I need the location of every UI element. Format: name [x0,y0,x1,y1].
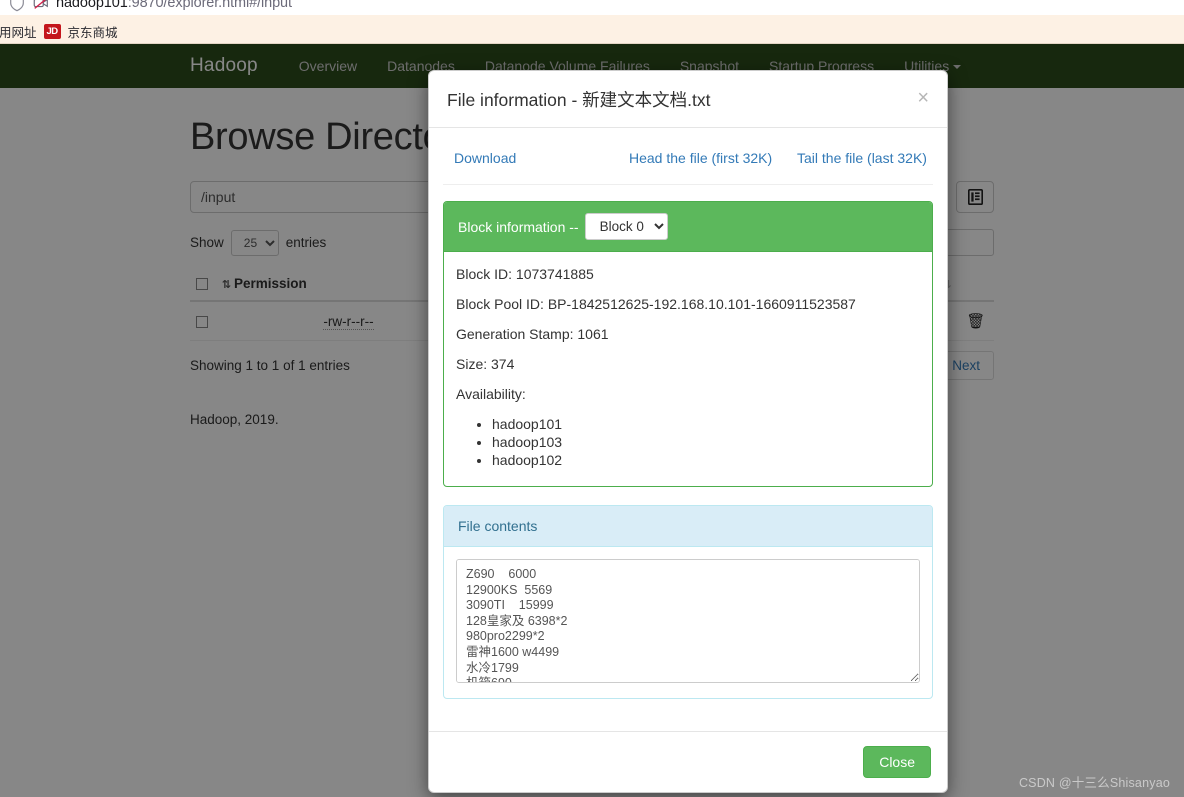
availability-list: hadoop101 hadoop103 hadoop102 [456,416,920,468]
close-button[interactable]: Close [863,746,931,778]
tail-file-link[interactable]: Tail the file (last 32K) [797,150,927,166]
shield-icon [10,0,24,12]
file-contents-heading: File contents [444,506,932,547]
download-link[interactable]: Download [454,150,516,166]
block-pool-id: Block Pool ID: BP-1842512625-192.168.10.… [456,296,856,312]
url-text: hadoop101:9870/explorer.html#/input [56,0,292,11]
bookmark-item-1[interactable]: 京东商城 [68,22,118,41]
browser-chrome: hadoop101:9870/explorer.html#/input 用网址 … [0,0,1184,44]
list-item: hadoop101 [492,416,920,432]
block-panel-heading: Block information -- Block 0 [444,202,932,252]
url-host: hadoop101 [56,0,128,11]
head-file-link[interactable]: Head the file (first 32K) [629,150,772,166]
url-path: :9870/explorer.html#/input [127,0,292,11]
block-panel-heading-label: Block information -- [458,218,579,235]
file-contents-panel: File contents Z690 6000 12900KS 5569 309… [443,505,933,699]
modal-title: File information - 新建文本文档.txt [447,90,711,110]
address-bar[interactable]: hadoop101:9870/explorer.html#/input [0,0,1184,15]
file-contents-body: Z690 6000 12900KS 5569 3090TI 15999 128皇… [444,547,932,698]
block-id: Block ID: 1073741885 [456,266,594,282]
bookmark-item-0[interactable]: 用网址 [0,22,37,41]
jd-icon: JD [43,23,61,39]
block-select[interactable]: Block 0 [584,213,668,240]
availability-label: Availability: [456,386,526,402]
bookmarks-bar: 用网址 JD 京东商城 [0,18,1184,43]
modal-footer: Close [429,731,947,792]
download-link-wrap: Download [454,150,629,168]
file-contents-textarea[interactable]: Z690 6000 12900KS 5569 3090TI 15999 128皇… [456,559,920,683]
list-item: hadoop103 [492,434,920,450]
camera-blocked-icon[interactable] [32,0,50,12]
head-link-wrap: Head the file (first 32K) [629,150,797,168]
watermark: CSDN @十三么Shisanyao [1018,776,1170,790]
block-information-panel: Block information -- Block 0 Block ID: 1… [443,201,933,487]
close-icon[interactable]: × [917,88,929,108]
block-panel-body: Block ID: 1073741885 Block Pool ID: BP-1… [444,252,932,486]
list-item: hadoop102 [492,452,920,468]
file-action-links: Download Head the file (first 32K) Tail … [443,144,933,185]
tail-link-wrap: Tail the file (last 32K) [797,150,927,168]
modal-header: File information - 新建文本文档.txt × [429,71,947,128]
modal-body: Download Head the file (first 32K) Tail … [429,128,947,731]
generation-stamp: Generation Stamp: 1061 [456,326,609,342]
block-size: Size: 374 [456,356,515,372]
file-information-modal: File information - 新建文本文档.txt × Download… [428,70,948,793]
